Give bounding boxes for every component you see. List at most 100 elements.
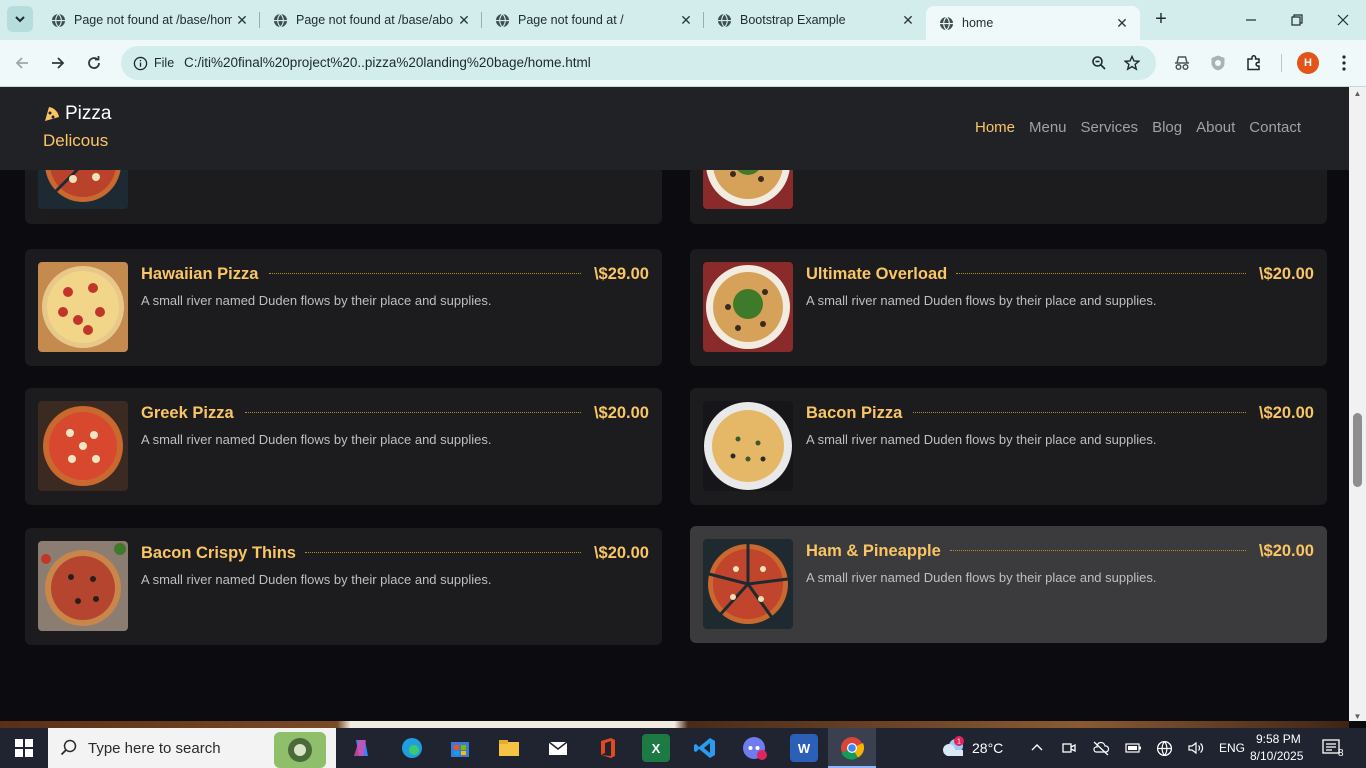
pizza-image (703, 401, 793, 491)
zoom-icon[interactable] (1089, 53, 1109, 73)
arrow-right-icon (52, 57, 65, 69)
item-description: A small river named Duden flows by their… (141, 572, 492, 587)
menu-card-bacon-crispy-thins[interactable]: Bacon Crispy Thins \$20.00 A small river… (25, 528, 662, 645)
close-window-button[interactable] (1320, 0, 1366, 40)
tab-page-not-found-home[interactable]: Page not found at /base/home ✕ (38, 0, 260, 40)
profile-avatar[interactable]: H (1297, 52, 1319, 74)
nav-contact[interactable]: Contact (1249, 119, 1301, 136)
discord-icon[interactable] (741, 734, 769, 762)
nav-home[interactable]: Home (975, 119, 1015, 136)
tab-title: Page not found at /base/home (74, 13, 232, 27)
tray-chevron-up-icon[interactable] (1030, 741, 1044, 760)
word-icon[interactable]: W (790, 734, 818, 762)
reload-icon (88, 56, 100, 69)
close-icon[interactable]: ✕ (454, 12, 474, 29)
item-price: \$29.00 (593, 265, 649, 283)
item-price: \$20.00 (1258, 265, 1314, 283)
menu-card-hawaiian-pizza[interactable]: Hawaiian Pizza \$29.00 A small river nam… (25, 249, 662, 366)
site-info-button[interactable]: File (129, 52, 183, 74)
dotted-leader (950, 550, 1246, 551)
store-icon[interactable] (446, 734, 474, 762)
brand-logo[interactable]: Pizza Delicous (43, 103, 111, 151)
menu-card-bacon-pizza[interactable]: Bacon Pizza \$20.00 A small river named … (690, 388, 1327, 505)
weather-temp[interactable]: 28°C (972, 740, 1003, 756)
next-section-preview (0, 721, 1349, 728)
mail-icon[interactable] (544, 734, 572, 762)
forward-button[interactable] (46, 51, 70, 75)
brand-line2: Delicous (43, 131, 109, 150)
close-icon[interactable]: ✕ (898, 12, 918, 29)
pizza-image (703, 539, 793, 629)
edge-icon[interactable] (398, 734, 426, 762)
new-tab-button[interactable]: + (1150, 8, 1172, 30)
more-menu-icon[interactable] (1333, 52, 1355, 74)
chrome-icon[interactable] (838, 734, 866, 762)
address-bar[interactable]: File C:/iti%20final%20project%20..pizza%… (121, 46, 1156, 80)
clock-time[interactable]: 9:58 PM (1256, 732, 1301, 746)
minimize-button[interactable] (1228, 0, 1274, 40)
weather-cloud-icon[interactable]: 1 (940, 736, 966, 765)
item-description: A small river named Duden flows by their… (806, 432, 1157, 447)
menu-card-greek-pizza[interactable]: Greek Pizza \$20.00 A small river named … (25, 388, 662, 505)
taskbar-search-box[interactable]: Type here to search (48, 728, 336, 768)
close-icon[interactable]: ✕ (676, 12, 696, 29)
scheme-label: File (154, 56, 175, 70)
tab-page-not-found-root[interactable]: Page not found at / ✕ (482, 0, 704, 40)
incognito-icon[interactable] (1171, 52, 1193, 74)
restore-button[interactable] (1274, 0, 1320, 40)
battery-icon[interactable] (1124, 740, 1142, 761)
weather-badge: 1 (957, 739, 961, 746)
nav-services[interactable]: Services (1081, 119, 1139, 136)
network-globe-icon[interactable] (1156, 740, 1173, 762)
item-name: Ultimate Overload (806, 265, 948, 283)
volume-icon[interactable] (1187, 740, 1205, 761)
close-icon[interactable]: ✕ (232, 12, 252, 29)
scroll-up-icon[interactable]: ▲ (1353, 89, 1362, 98)
menu-card-ultimate-overload[interactable]: Ultimate Overload \$20.00 A small river … (690, 249, 1327, 366)
brand-line1: Pizza (65, 103, 112, 124)
clock-date[interactable]: 8/10/2025 (1250, 749, 1303, 763)
globe-icon (938, 15, 954, 31)
item-price: \$20.00 (593, 404, 649, 422)
shield-extension-icon[interactable] (1207, 52, 1229, 74)
tab-home-active[interactable]: home ✕ (926, 6, 1140, 40)
item-name: Bacon Crispy Thins (141, 544, 296, 562)
tab-bootstrap-example[interactable]: Bootstrap Example ✕ (704, 0, 926, 40)
nav-about[interactable]: About (1196, 119, 1235, 136)
site-navbar: Pizza Delicous Home Menu Services Blog A… (0, 87, 1349, 170)
page-scrollbar[interactable]: ▲ ▼ (1349, 87, 1366, 721)
menu-card-ham-pineapple[interactable]: Ham & Pineapple \$20.00 A small river na… (690, 526, 1327, 643)
minimize-icon (1246, 19, 1256, 21)
extensions-puzzle-icon[interactable] (1243, 52, 1265, 74)
url-text[interactable]: C:/iti%20final%20project%20..pizza%20lan… (184, 55, 591, 70)
dotted-leader (913, 412, 1246, 413)
chevron-down-icon (15, 16, 25, 23)
start-button[interactable] (0, 728, 48, 768)
globe-icon (272, 12, 288, 28)
item-description: A small river named Duden flows by their… (141, 293, 492, 308)
item-name: Greek Pizza (141, 404, 234, 422)
toolbar-divider (1281, 54, 1282, 72)
reload-button[interactable] (82, 51, 106, 75)
scroll-thumb[interactable] (1353, 413, 1362, 487)
onedrive-offline-icon[interactable] (1092, 740, 1110, 761)
tab-page-not-found-about[interactable]: Page not found at /base/about ✕ (260, 0, 482, 40)
item-name: Bacon Pizza (806, 404, 903, 422)
language-indicator[interactable]: ENG (1219, 741, 1245, 755)
nav-menu[interactable]: Menu (1029, 119, 1067, 136)
office-icon[interactable] (594, 734, 622, 762)
item-description: A small river named Duden flows by their… (141, 432, 492, 447)
scroll-down-icon[interactable]: ▼ (1353, 712, 1362, 721)
copilot-icon[interactable] (348, 734, 376, 762)
item-price: \$20.00 (1258, 404, 1314, 422)
meet-now-icon[interactable] (1061, 740, 1077, 761)
vscode-icon[interactable] (691, 734, 719, 762)
bookmark-star-icon[interactable] (1122, 53, 1142, 73)
close-icon[interactable]: ✕ (1112, 15, 1132, 32)
file-explorer-icon[interactable] (495, 734, 523, 762)
nav-blog[interactable]: Blog (1152, 119, 1182, 136)
arrow-left-icon (15, 57, 28, 69)
tab-search-button[interactable] (7, 6, 33, 32)
excel-icon[interactable]: X (642, 734, 670, 762)
back-button[interactable] (10, 51, 34, 75)
